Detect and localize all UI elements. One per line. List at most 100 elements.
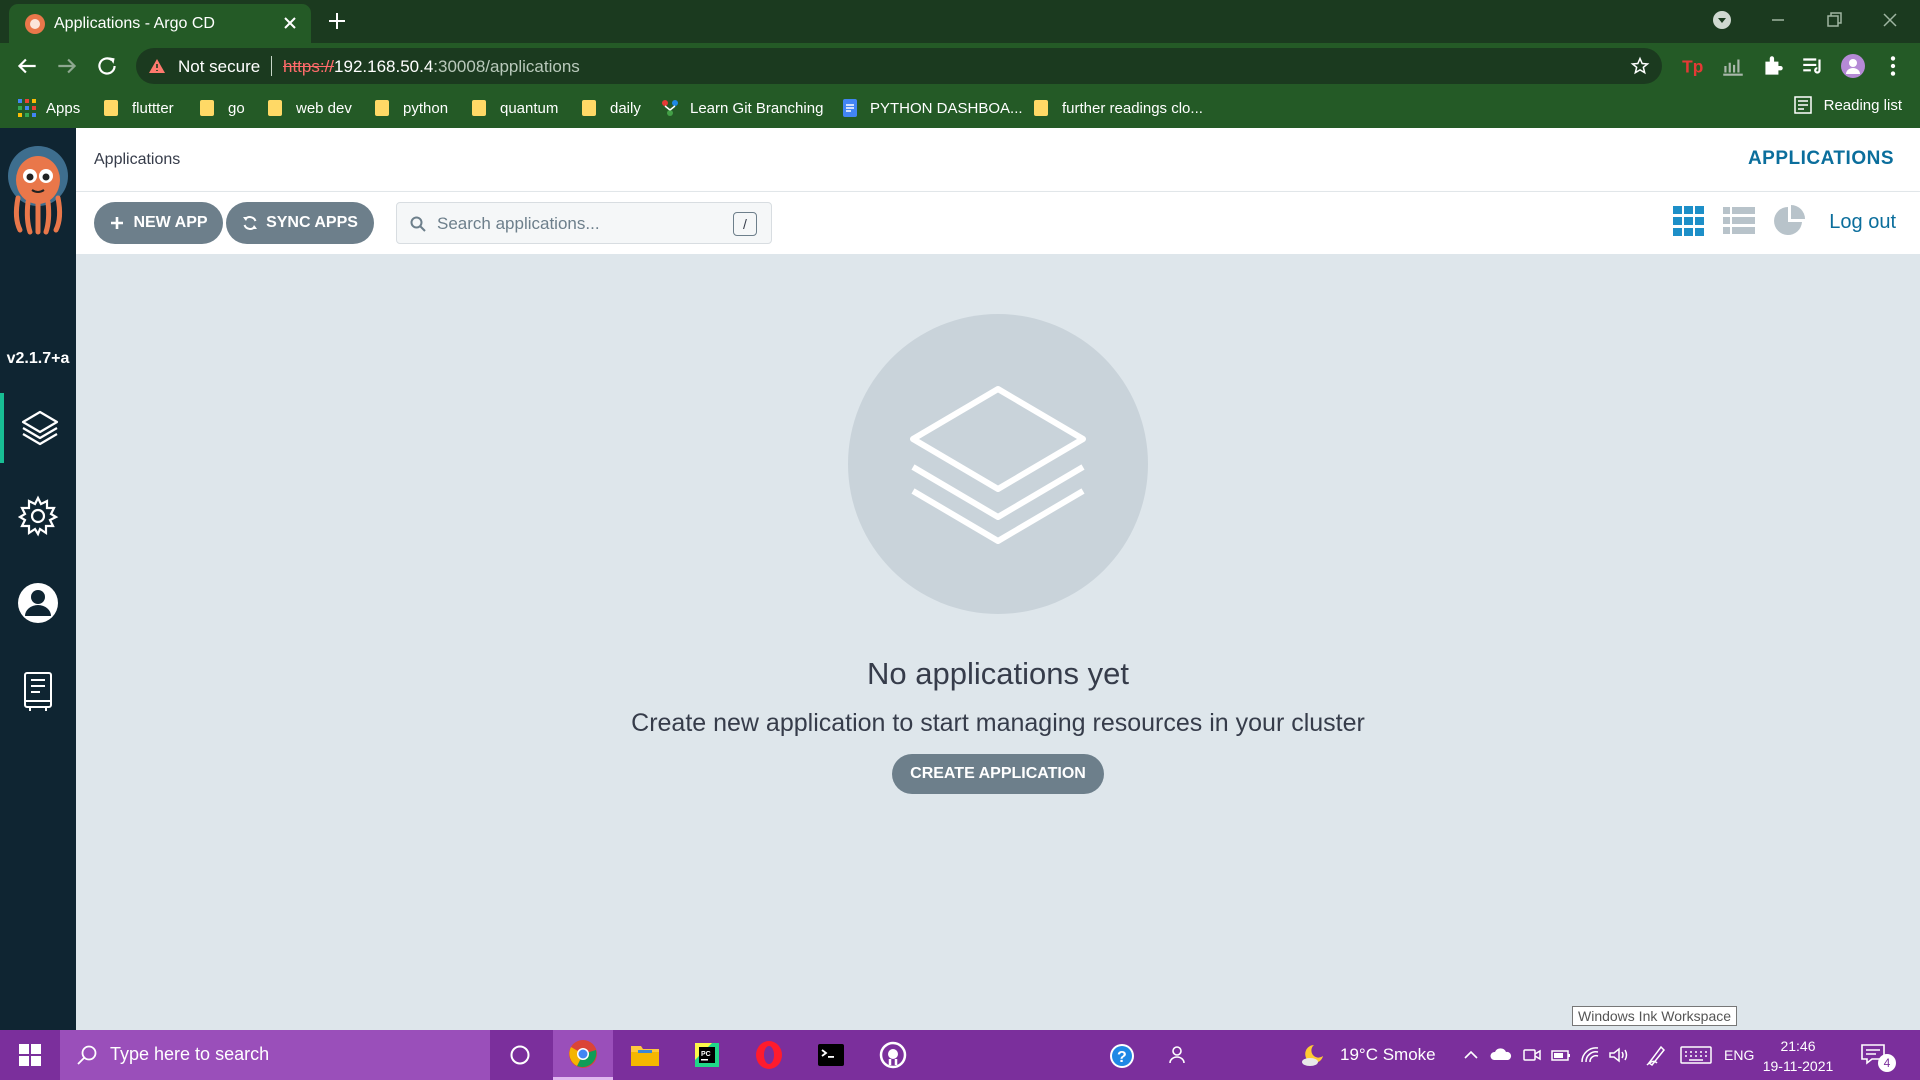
- bookmark-folder[interactable]: quantum: [472, 96, 558, 120]
- extension-tp-icon[interactable]: Tp: [1680, 53, 1706, 79]
- new-app-button[interactable]: NEW APP: [94, 202, 223, 244]
- folder-icon: [268, 100, 282, 116]
- search-shortcut-hint: /: [733, 212, 757, 236]
- volume-icon[interactable]: [1608, 1046, 1630, 1064]
- bookmark-learn-git[interactable]: Learn Git Branching: [660, 96, 823, 120]
- browser-toolbar: Not secure https://192.168.50.4:30008/ap…: [0, 43, 1920, 88]
- minimize-icon[interactable]: [1766, 8, 1790, 32]
- touch-keyboard-icon[interactable]: [1680, 1046, 1712, 1064]
- reading-list-icon: [1793, 96, 1812, 114]
- argo-favicon-icon: [25, 14, 45, 34]
- documentation-icon: [24, 672, 52, 711]
- profile-avatar-icon[interactable]: [1840, 53, 1866, 79]
- notifications-button[interactable]: 4: [1860, 1042, 1900, 1072]
- language-indicator[interactable]: ENG: [1724, 1042, 1754, 1068]
- close-window-icon[interactable]: [1878, 8, 1902, 32]
- tooltip: Windows Ink Workspace: [1572, 1006, 1738, 1026]
- bookmark-folder[interactable]: fluttter: [104, 96, 174, 120]
- address-bar[interactable]: Not secure https://192.168.50.4:30008/ap…: [136, 48, 1662, 84]
- search-box[interactable]: /: [396, 202, 772, 244]
- folder-icon: [200, 100, 214, 116]
- nav-applications[interactable]: [0, 393, 76, 463]
- windows-logo-icon: [19, 1044, 41, 1066]
- bookmark-folder[interactable]: daily: [582, 96, 641, 120]
- browser-tab[interactable]: Applications - Argo CD: [9, 4, 311, 43]
- taskbar-chrome[interactable]: [553, 1030, 613, 1080]
- reading-list[interactable]: Reading list: [1793, 96, 1902, 114]
- git-branch-icon: [662, 100, 678, 116]
- svg-text:?: ?: [1117, 1049, 1127, 1066]
- sync-icon: [243, 216, 258, 230]
- windows-taskbar: Type here to search PC ? 19°C Smoke ENG …: [0, 1030, 1920, 1080]
- extension-chart-icon[interactable]: [1720, 53, 1746, 79]
- summary-pie-icon[interactable]: [1772, 204, 1806, 238]
- argo-sidebar: v2.1.7+a: [0, 128, 76, 1030]
- taskbar-pycharm[interactable]: PC: [677, 1030, 737, 1080]
- page-title: APPLICATIONS: [1747, 148, 1894, 169]
- chevron-up-icon[interactable]: [1462, 1046, 1480, 1064]
- create-application-button[interactable]: CREATE APPLICATION: [892, 754, 1104, 794]
- reload-icon[interactable]: [94, 53, 120, 79]
- restore-icon[interactable]: [1822, 8, 1846, 32]
- applications-content: No applications yet Create new applicati…: [76, 254, 1920, 1030]
- start-button[interactable]: [0, 1030, 60, 1080]
- folder-icon: [472, 100, 486, 116]
- empty-state-title: No applications yet: [867, 656, 1129, 691]
- close-tab-icon[interactable]: [280, 13, 300, 33]
- list-view-icon[interactable]: [1722, 204, 1756, 238]
- bookmark-folder[interactable]: web dev: [268, 96, 352, 120]
- search-icon: [410, 216, 426, 232]
- breadcrumb[interactable]: Applications: [94, 151, 180, 169]
- bookmark-folder[interactable]: go: [200, 96, 245, 120]
- bookmark-python-dashboard[interactable]: PYTHON DASHBOA...: [840, 96, 1023, 120]
- windows-ink-icon[interactable]: [1645, 1043, 1667, 1067]
- tiles-view-icon[interactable]: [1672, 204, 1706, 238]
- system-clock[interactable]: 21:46 19-11-2021: [1762, 1036, 1834, 1076]
- meet-now-icon[interactable]: [1522, 1046, 1542, 1064]
- bookmark-folder[interactable]: python: [375, 96, 448, 120]
- browser-menu-icon[interactable]: [1880, 53, 1906, 79]
- bookmark-folder[interactable]: further readings clo...: [1034, 96, 1203, 120]
- back-icon[interactable]: [14, 53, 40, 79]
- gear-icon: [17, 495, 59, 537]
- cortana-icon: [510, 1045, 530, 1065]
- argo-logo[interactable]: [6, 140, 70, 236]
- url-text[interactable]: https://192.168.50.4:30008/applications: [283, 57, 580, 77]
- people-icon[interactable]: [1166, 1043, 1190, 1067]
- tab-search-icon[interactable]: [1710, 8, 1734, 32]
- tab-title: Applications - Argo CD: [54, 15, 215, 32]
- empty-state-illustration: [848, 314, 1148, 614]
- bookmark-star-icon[interactable]: [1630, 56, 1650, 76]
- notification-count-badge: 4: [1878, 1054, 1896, 1072]
- taskbar-search[interactable]: Type here to search: [60, 1030, 490, 1080]
- onedrive-icon[interactable]: [1490, 1046, 1512, 1064]
- logout-link[interactable]: Log out: [1829, 211, 1896, 234]
- cortana-button[interactable]: [490, 1030, 550, 1080]
- svg-text:Tp: Tp: [1682, 57, 1703, 77]
- nav-user-info[interactable]: [0, 568, 76, 638]
- taskbar-file-explorer[interactable]: [615, 1030, 675, 1080]
- new-tab-icon[interactable]: [326, 10, 348, 32]
- taskbar-github[interactable]: [863, 1030, 923, 1080]
- wifi-icon[interactable]: [1580, 1046, 1600, 1064]
- weather-widget[interactable]: 19°C Smoke: [1300, 1042, 1436, 1068]
- nav-documentation[interactable]: [0, 656, 76, 726]
- plus-icon: [111, 217, 124, 229]
- folder-icon: [582, 100, 596, 116]
- sync-apps-button[interactable]: SYNC APPS: [226, 202, 374, 244]
- nav-settings[interactable]: [0, 481, 76, 551]
- media-control-icon[interactable]: [1800, 53, 1826, 79]
- moon-cloud-icon: [1302, 1045, 1323, 1066]
- search-input[interactable]: [435, 210, 715, 238]
- help-icon[interactable]: ?: [1108, 1042, 1136, 1070]
- forward-icon[interactable]: [54, 53, 80, 79]
- svg-text:PC: PC: [701, 1051, 711, 1058]
- taskbar-terminal[interactable]: [801, 1030, 861, 1080]
- warning-icon[interactable]: [148, 57, 166, 75]
- bookmark-apps[interactable]: Apps: [18, 96, 80, 120]
- taskbar-search-placeholder: Type here to search: [110, 1044, 270, 1064]
- taskbar-opera[interactable]: [739, 1030, 799, 1080]
- extensions-puzzle-icon[interactable]: [1760, 53, 1786, 79]
- security-label[interactable]: Not secure: [178, 57, 260, 77]
- battery-icon[interactable]: [1550, 1046, 1572, 1064]
